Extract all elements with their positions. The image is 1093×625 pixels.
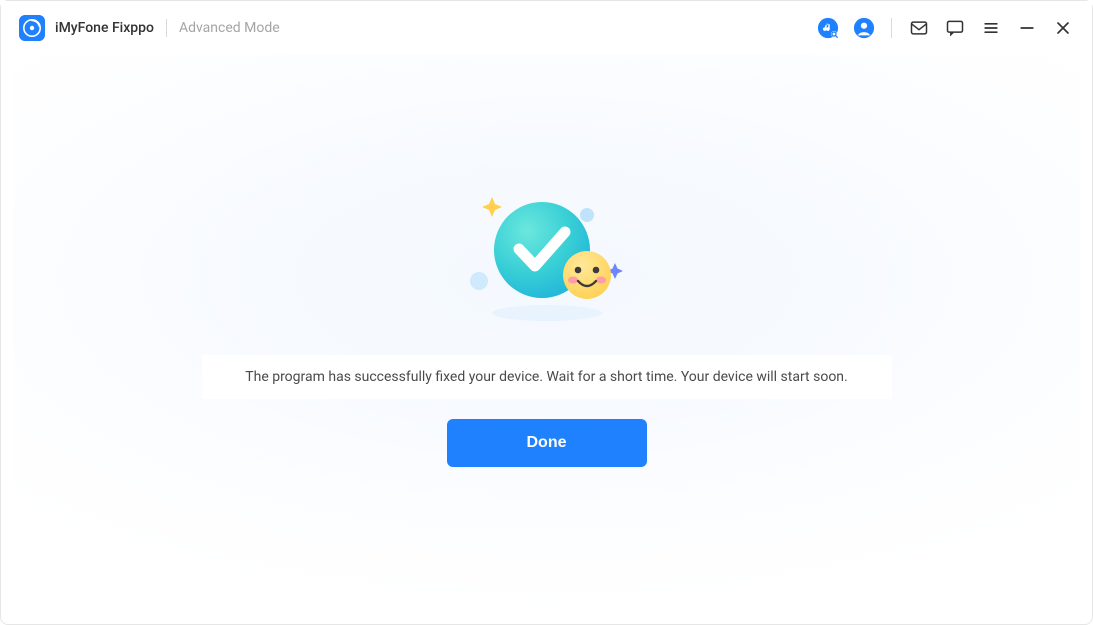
music-search-icon[interactable]	[817, 17, 839, 39]
title-separator	[166, 19, 167, 37]
minimize-icon[interactable]	[1016, 17, 1038, 39]
account-icon[interactable]	[853, 17, 875, 39]
titlebar: iMyFone Fixppo Advanced Mode	[1, 1, 1092, 55]
close-icon[interactable]	[1052, 17, 1074, 39]
app-logo-icon	[19, 15, 45, 41]
titlebar-icons	[817, 17, 1074, 39]
mail-icon[interactable]	[908, 17, 930, 39]
chat-icon[interactable]	[944, 17, 966, 39]
titlebar-separator	[891, 18, 892, 38]
content-area: The program has successfully fixed your …	[13, 55, 1080, 612]
done-button[interactable]: Done	[447, 419, 647, 467]
status-message: The program has successfully fixed your …	[202, 355, 892, 399]
success-illustration	[447, 185, 647, 325]
menu-icon[interactable]	[980, 17, 1002, 39]
app-title: iMyFone Fixppo	[55, 20, 154, 36]
app-window: iMyFone Fixppo Advanced Mode	[0, 0, 1093, 625]
mode-label: Advanced Mode	[179, 20, 280, 36]
